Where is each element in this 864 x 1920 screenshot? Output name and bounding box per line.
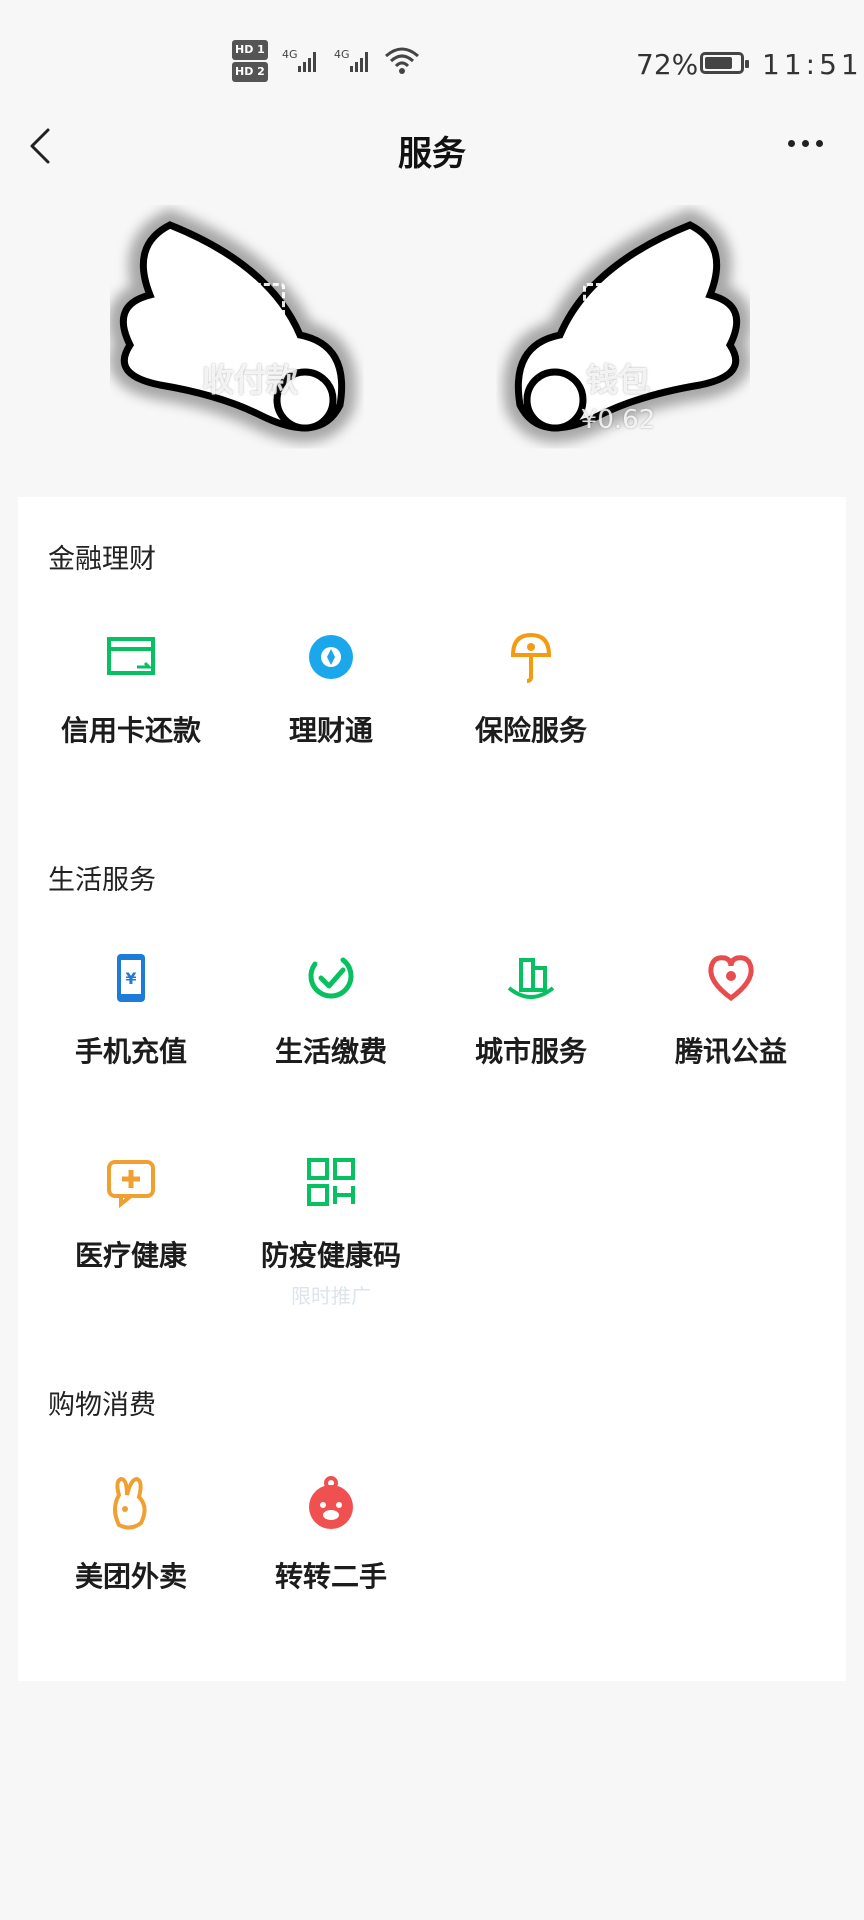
tile-label: 美团外卖 bbox=[74, 1560, 187, 1593]
status-bar: HD 1 HD 2 4G 4G 72% 11:51 bbox=[0, 0, 864, 100]
zhuanzhuan-icon bbox=[309, 1476, 353, 1529]
qr-code-icon bbox=[307, 1158, 355, 1206]
wifi-icon bbox=[385, 47, 419, 74]
tile-label: 信用卡还款 bbox=[60, 714, 201, 747]
section-title: 购物消费 bbox=[48, 1390, 156, 1421]
sim1-badge: HD 1 bbox=[232, 40, 268, 60]
sim-indicators: HD 1 HD 2 bbox=[232, 40, 268, 84]
signal-bars-1-icon bbox=[298, 52, 316, 72]
tile-credit-card-repayment[interactable]: 信用卡还款 bbox=[31, 629, 231, 789]
promo-badge: 限时推广 bbox=[291, 1284, 371, 1308]
tile-zhuanzhuan-second-hand[interactable]: 转转二手 bbox=[231, 1475, 431, 1635]
tile-tencent-charity[interactable]: 腾讯公益 bbox=[631, 950, 831, 1110]
tile-phone-recharge[interactable]: ¥ 手机充值 bbox=[31, 950, 231, 1110]
pay-receive-label: 收付款 bbox=[201, 361, 298, 399]
section-title: 生活服务 bbox=[48, 865, 156, 896]
scan-pay-icon bbox=[215, 283, 285, 341]
svg-text:¥: ¥ bbox=[125, 969, 136, 988]
clock: 11:51 bbox=[762, 48, 863, 81]
utility-payment-icon bbox=[308, 957, 354, 999]
nav-bar: 服务 bbox=[0, 110, 864, 180]
wallet-icon bbox=[583, 283, 653, 341]
city-services-icon bbox=[507, 958, 555, 999]
tile-label: 生活缴费 bbox=[274, 1035, 387, 1068]
tile-wealth-management[interactable]: 理财通 bbox=[231, 629, 431, 789]
page-title: 服务 bbox=[398, 134, 466, 174]
battery-icon bbox=[700, 52, 749, 74]
tile-meituan-delivery[interactable]: 美团外卖 bbox=[31, 1475, 231, 1635]
network-type-1: 4G bbox=[282, 48, 298, 61]
meituan-rabbit-icon bbox=[113, 1476, 147, 1530]
sim2-badge: HD 2 bbox=[232, 62, 268, 82]
insurance-icon bbox=[510, 632, 552, 683]
signal-bars-2-icon bbox=[350, 52, 368, 72]
tile-city-services[interactable]: 城市服务 bbox=[431, 950, 631, 1110]
wallet-label: 钱包 bbox=[585, 361, 650, 399]
tile-label: 转转二手 bbox=[274, 1560, 387, 1593]
tile-medical-health[interactable]: 医疗健康 bbox=[31, 1154, 231, 1314]
wallet-balance: ¥0.62 bbox=[580, 405, 656, 435]
credit-card-icon bbox=[107, 637, 155, 675]
wallet-button[interactable]: 钱包 ¥0.62 bbox=[548, 283, 688, 435]
services-card: 金融理财 信用卡还款 理财通 保险服务 生活服务 ¥ 手机充值 生活缴费 城市服… bbox=[18, 497, 846, 1681]
tile-label: 手机充值 bbox=[74, 1035, 187, 1068]
charity-heart-icon bbox=[708, 955, 754, 1002]
more-options-icon[interactable] bbox=[788, 140, 823, 147]
tile-label: 医疗健康 bbox=[74, 1239, 187, 1272]
tile-insurance[interactable]: 保险服务 bbox=[431, 629, 631, 789]
phone-recharge-icon: ¥ bbox=[117, 954, 145, 1002]
section-title: 金融理财 bbox=[48, 544, 156, 575]
pay-receive-button[interactable]: 收付款 bbox=[180, 283, 320, 401]
medical-icon bbox=[107, 1160, 155, 1209]
tile-label: 腾讯公益 bbox=[674, 1035, 787, 1068]
network-type-2: 4G bbox=[334, 48, 350, 61]
tile-health-code[interactable]: 防疫健康码 限时推广 bbox=[231, 1154, 431, 1314]
tile-label: 理财通 bbox=[288, 714, 373, 747]
tile-utility-payment[interactable]: 生活缴费 bbox=[231, 950, 431, 1110]
tile-label: 城市服务 bbox=[474, 1035, 587, 1068]
tile-label: 防疫健康码 bbox=[260, 1239, 401, 1272]
tile-label: 保险服务 bbox=[474, 714, 587, 747]
hero-banner: 收付款 钱包 ¥0.62 bbox=[0, 205, 864, 495]
wealth-icon bbox=[305, 631, 353, 679]
battery-percent: 72% bbox=[636, 48, 699, 81]
